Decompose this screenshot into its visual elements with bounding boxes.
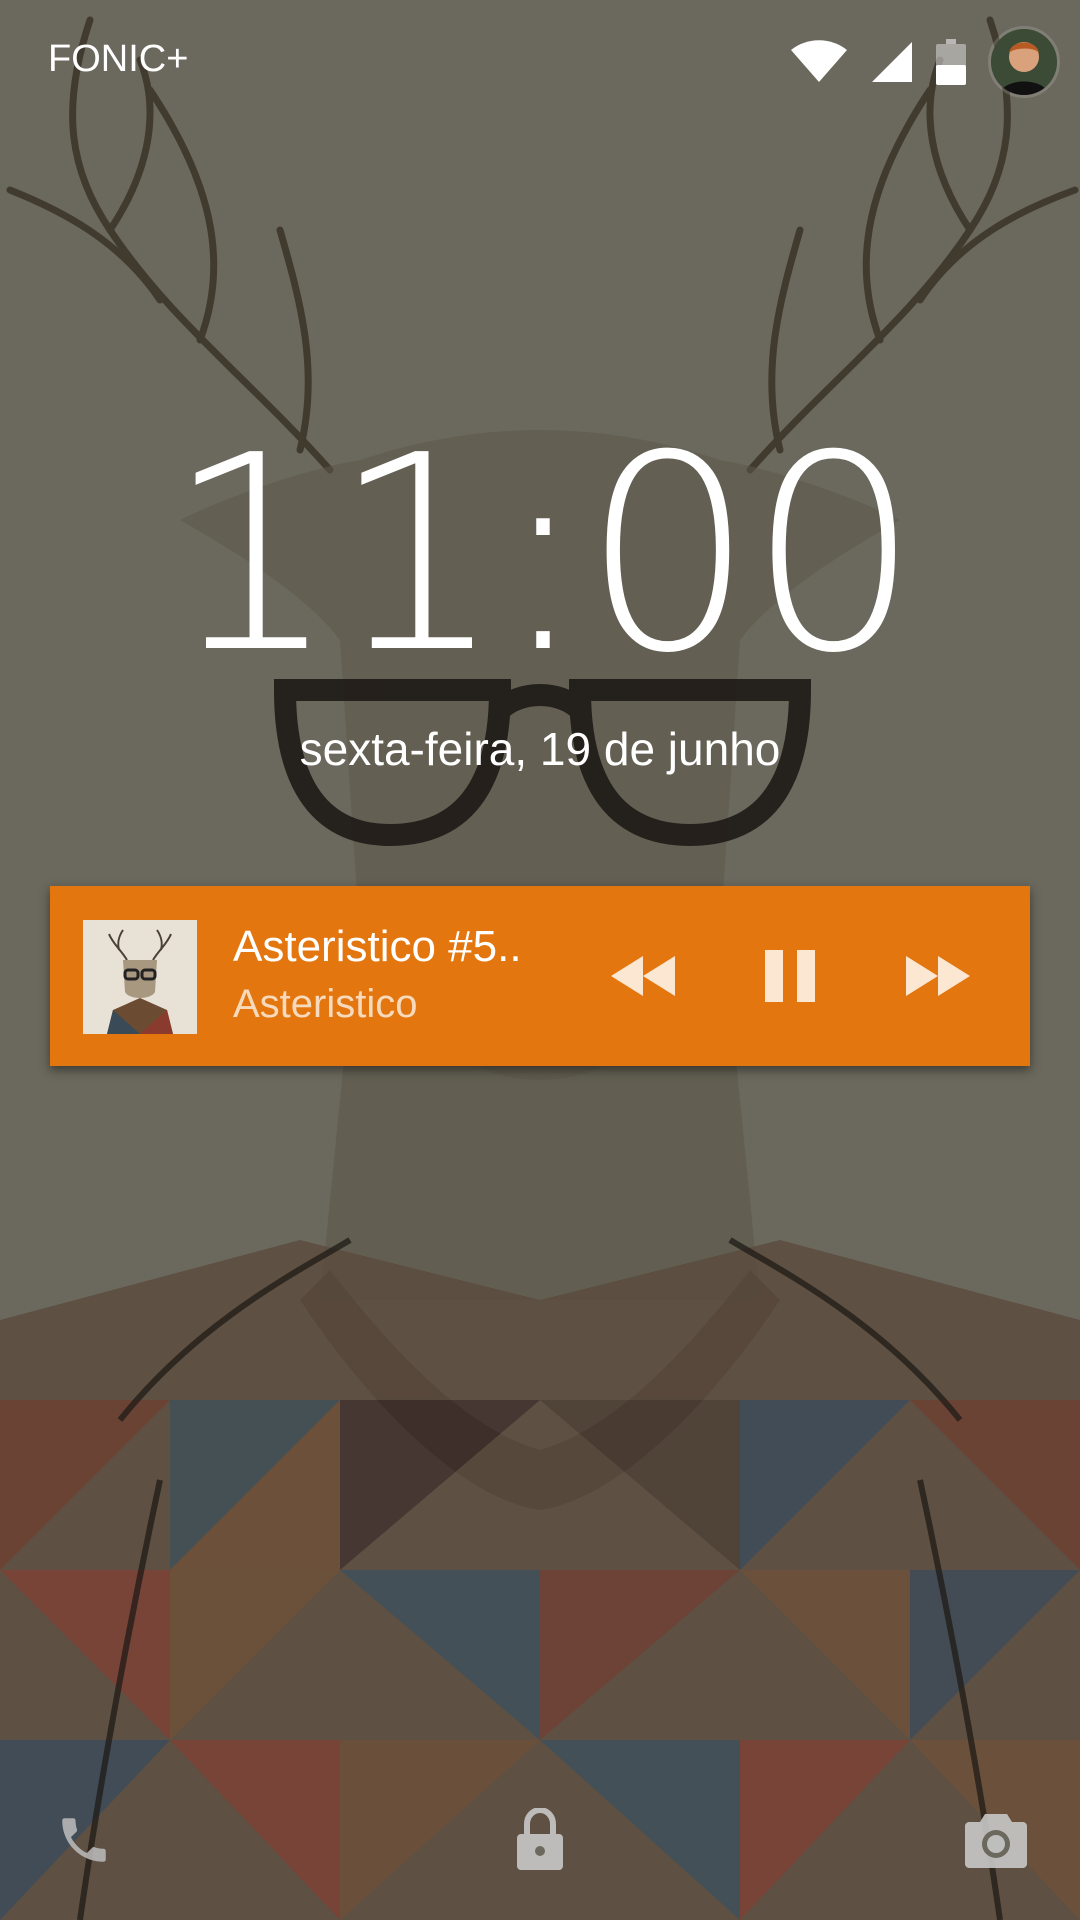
avatar-photo-icon bbox=[991, 29, 1057, 95]
rewind-button[interactable] bbox=[603, 936, 683, 1016]
battery-icon bbox=[936, 39, 966, 85]
track-artist: Asteristico bbox=[233, 982, 418, 1026]
phone-icon bbox=[62, 1818, 106, 1862]
media-notification-card[interactable]: Asteristico #5.. Asteristico bbox=[50, 886, 1030, 1066]
fast-forward-button[interactable] bbox=[898, 936, 978, 1016]
rewind-icon bbox=[611, 956, 675, 996]
status-bar: FONIC+ bbox=[0, 0, 1080, 120]
fast-forward-icon bbox=[906, 956, 970, 996]
lock-icon bbox=[517, 1808, 563, 1870]
pause-button[interactable] bbox=[750, 936, 830, 1016]
lockscreen-date: sexta-feira, 19 de junho bbox=[299, 723, 781, 775]
user-avatar[interactable] bbox=[988, 26, 1060, 98]
camera-shortcut[interactable] bbox=[956, 1800, 1036, 1880]
track-title: Asteristico #5.. bbox=[233, 922, 522, 971]
carrier-label: FONIC+ bbox=[48, 38, 189, 80]
lockscreen-clock: 11:00 bbox=[165, 397, 920, 712]
cell-signal-icon bbox=[872, 42, 912, 82]
camera-icon bbox=[965, 1814, 1027, 1868]
phone-shortcut[interactable] bbox=[44, 1800, 124, 1880]
album-art bbox=[83, 920, 197, 1034]
wifi-icon bbox=[791, 40, 847, 82]
lock-indicator[interactable] bbox=[500, 1800, 580, 1880]
pause-icon bbox=[765, 950, 815, 1002]
status-icons bbox=[790, 26, 1060, 98]
